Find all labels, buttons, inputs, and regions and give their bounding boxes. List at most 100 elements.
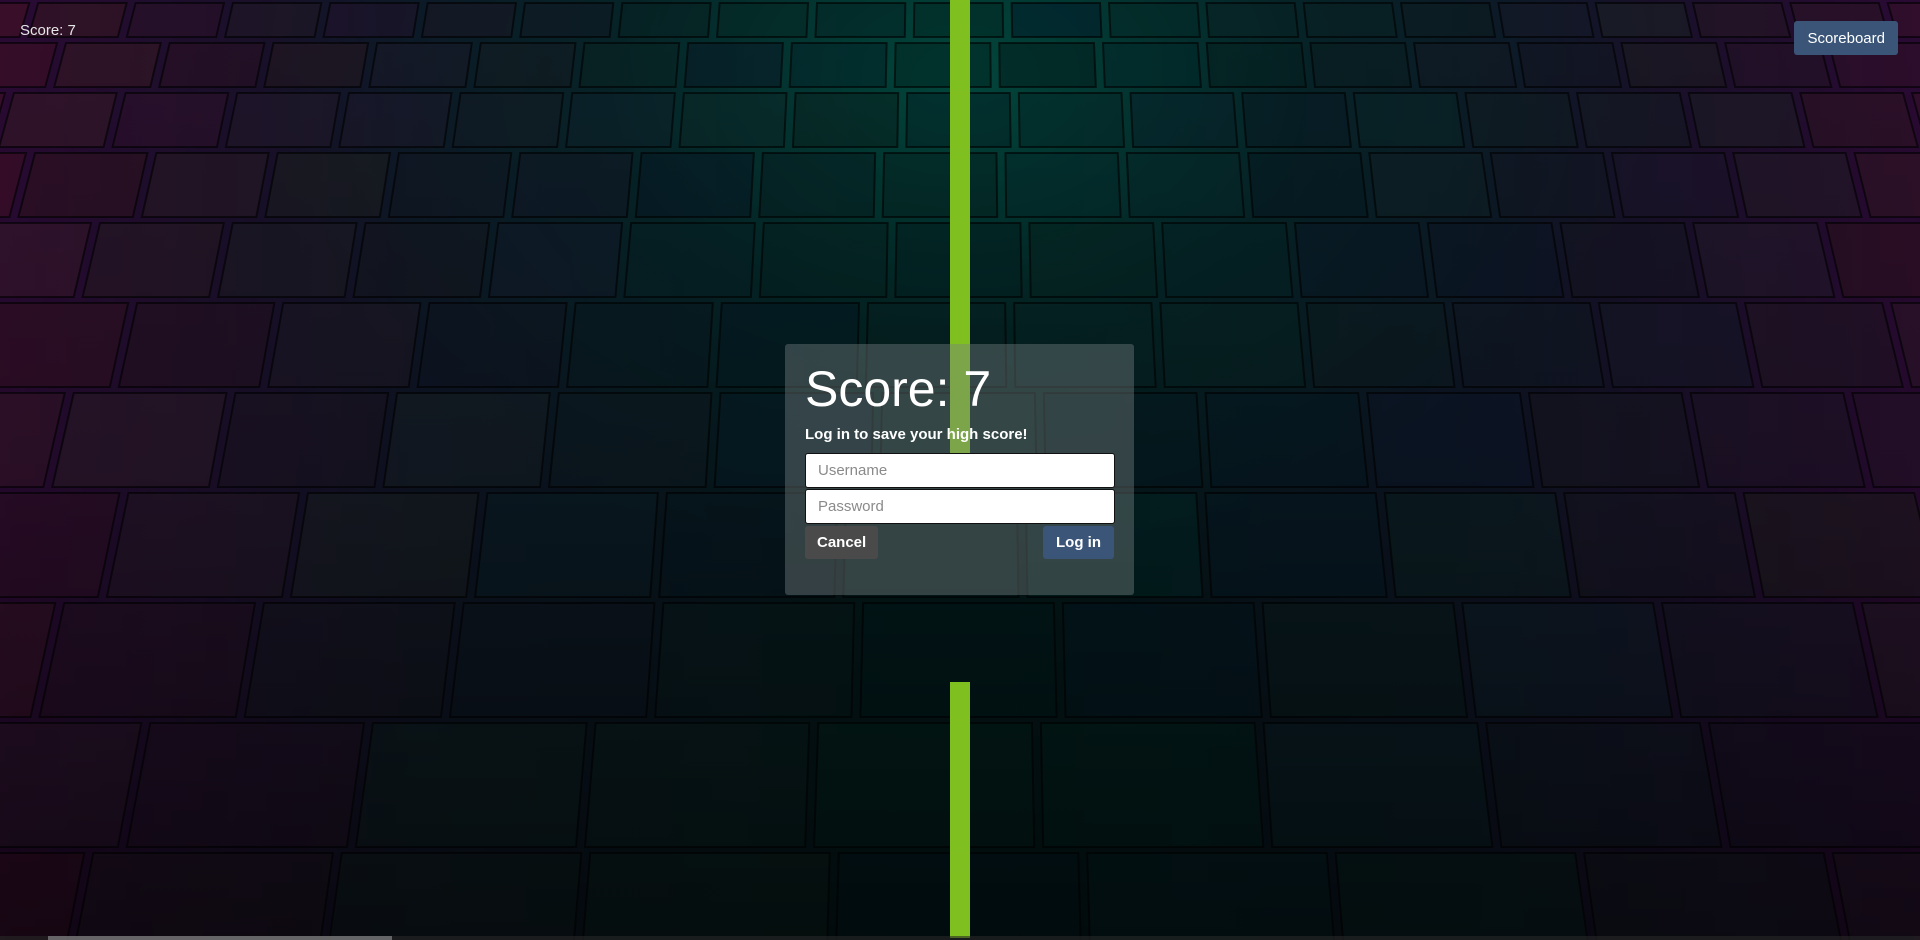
floor-tile: [354, 722, 588, 848]
floor-tile: [38, 602, 257, 718]
floor-tile: [0, 492, 121, 598]
floor-tile: [224, 92, 342, 148]
floor-tile: [547, 392, 713, 488]
floor-tile: [1824, 222, 1920, 298]
floor-tile: [140, 152, 270, 218]
floor-tile: [1161, 222, 1294, 298]
floor-tile: [352, 222, 491, 298]
floor-tile: [1489, 152, 1616, 218]
floor-tile: [715, 1, 810, 38]
floor-tile: [0, 722, 143, 848]
login-dialog: Score: 7 Log in to save your high score!…: [785, 344, 1134, 595]
floor-tile: [158, 42, 266, 88]
floor-tile: [0, 852, 86, 940]
floor-tile: [1399, 2, 1497, 38]
floor-tile: [1597, 302, 1755, 388]
floor-tile: [1004, 152, 1122, 218]
floor-tile: [487, 222, 624, 298]
floor-tile: [1302, 1, 1398, 38]
floor-tile: [1352, 92, 1466, 148]
floor-tile: [1125, 152, 1246, 218]
floor-tile: [1527, 392, 1701, 488]
floor-tile: [216, 392, 390, 488]
floor-tile: [0, 42, 59, 88]
floor-tile: [791, 92, 900, 148]
floor-tile: [125, 1, 226, 38]
floor-tile: [634, 152, 755, 218]
floor-tile: [1383, 492, 1572, 598]
floor-tile: [1204, 392, 1370, 488]
floor-tile: [1205, 1, 1300, 38]
cancel-button[interactable]: Cancel: [805, 526, 879, 559]
floor-tile: [565, 302, 714, 388]
floor-tile: [81, 222, 226, 298]
floor-tile: [1086, 852, 1336, 940]
floor-tile: [578, 42, 681, 88]
floor-tile: [1368, 152, 1493, 218]
floor-tile: [1743, 302, 1905, 388]
dialog-actions: Cancel Log in: [805, 526, 1114, 559]
floor-tile: [1204, 492, 1388, 598]
floor-tile: [368, 42, 473, 88]
floor-tile: [1010, 2, 1103, 38]
floor-tile: [416, 302, 568, 388]
floor-tile: [1451, 302, 1606, 388]
scrollbar-thumb[interactable]: [48, 936, 392, 940]
username-input[interactable]: [805, 453, 1115, 488]
hud-score: Score: 7: [20, 22, 76, 39]
floor-tile: [1620, 42, 1728, 88]
floor-tile: [1563, 492, 1757, 598]
scoreboard-button[interactable]: Scoreboard: [1794, 21, 1898, 55]
floor-tile: [448, 602, 656, 718]
floor-tile: [623, 222, 756, 298]
floor-tile: [565, 92, 676, 148]
floor-tile: [263, 42, 370, 88]
floor-tile: [17, 152, 149, 218]
login-button[interactable]: Log in: [1043, 526, 1114, 559]
floor-tile: [581, 852, 831, 940]
floor-tile: [111, 92, 230, 148]
floor-tile: [243, 602, 456, 718]
floor-tile: [420, 2, 518, 38]
floor-tile: [52, 42, 162, 88]
floor-tile: [1159, 302, 1307, 388]
floor-tile: [758, 152, 877, 218]
password-input[interactable]: [805, 489, 1115, 524]
dialog-subtitle: Log in to save your high score!: [805, 426, 1028, 443]
floor-tile: [511, 152, 634, 218]
floor-tile: [1691, 222, 1836, 298]
floor-tile: [1516, 42, 1623, 88]
dialog-score-title: Score: 7: [805, 361, 992, 417]
floor-tile: [998, 42, 1097, 88]
floor-tile: [75, 852, 334, 940]
floor-tile: [1334, 852, 1589, 940]
floor-tile: [216, 222, 358, 298]
floor-tile: [1412, 42, 1518, 88]
floor-tile: [1691, 2, 1792, 38]
floor-tile: [758, 222, 889, 298]
floor-tile: [1061, 602, 1263, 718]
floor-tile: [1853, 152, 1920, 218]
floor-tile: [223, 1, 323, 38]
floor-tile: [1305, 302, 1456, 388]
floor-tile: [519, 1, 615, 38]
floor-tile: [0, 302, 130, 388]
floor-tile: [1485, 722, 1723, 848]
floor-tile: [451, 92, 565, 148]
floor-tile: [473, 42, 577, 88]
floor-tile: [1831, 852, 1920, 940]
floor-tile: [1101, 42, 1202, 88]
floor-tile: [1610, 152, 1740, 218]
horizontal-scrollbar[interactable]: [0, 936, 1920, 940]
floor-tile: [881, 152, 999, 218]
floor-tile: [382, 392, 551, 488]
floor-tile: [1426, 222, 1565, 298]
floor-tile: [1017, 92, 1126, 148]
floor-tile: [0, 92, 118, 148]
floor-tile: [125, 722, 366, 848]
floor-tile: [1129, 92, 1239, 148]
game-stage[interactable]: Score: 7 Scoreboard Score: 7 Log in to s…: [0, 0, 1920, 940]
floor-tile: [1559, 222, 1701, 298]
floor-tile: [105, 492, 301, 598]
floor-tile: [788, 42, 888, 88]
